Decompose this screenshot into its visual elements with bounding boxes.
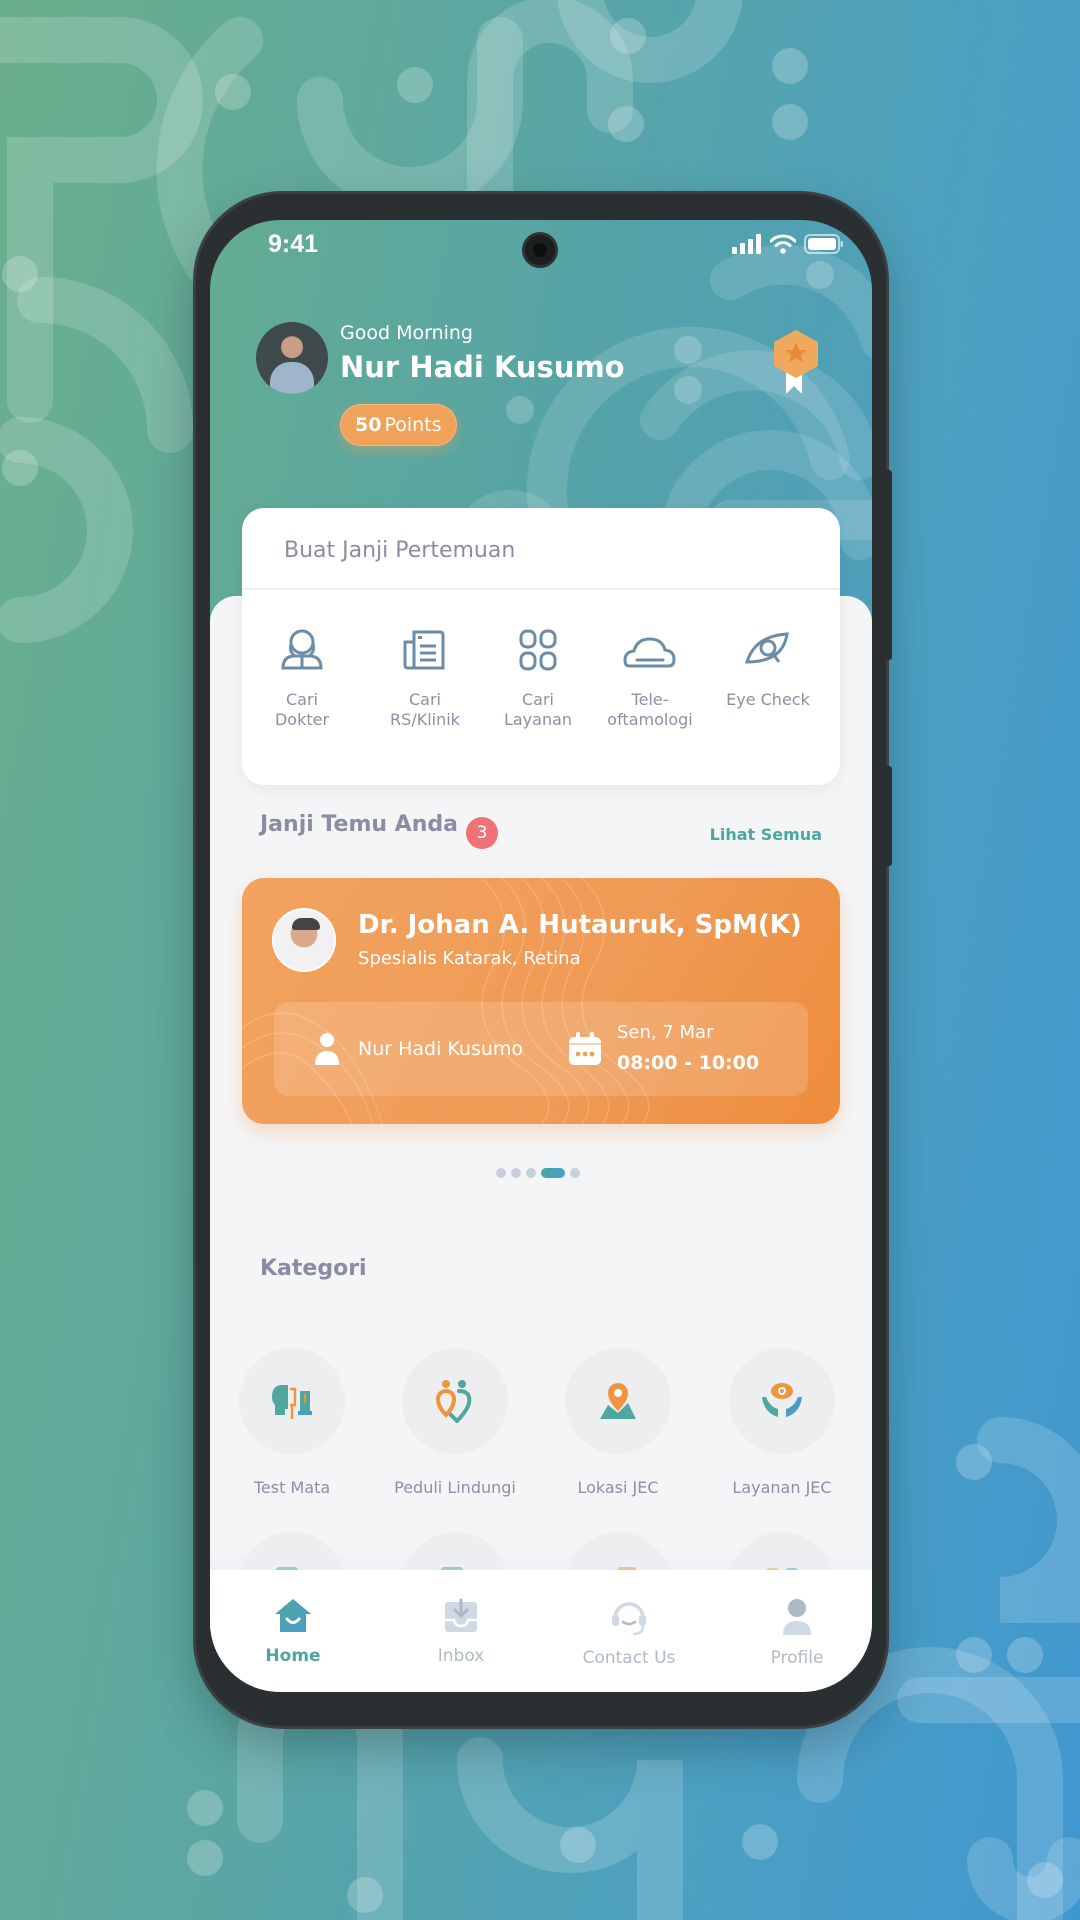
app-screen: 9:41 Good Morning Nur Hadi Kusumo 50 Poi… xyxy=(210,220,872,1692)
carousel-dot[interactable] xyxy=(570,1168,580,1178)
nav-label: Home xyxy=(265,1646,321,1666)
patient-name: Nur Hadi Kusumo xyxy=(358,1038,524,1060)
eye-test-icon xyxy=(272,1385,312,1419)
status-icons xyxy=(732,234,844,254)
category-label: Lokasi JEC xyxy=(577,1478,659,1497)
nav-profile[interactable]: Profile xyxy=(727,1598,867,1668)
divider xyxy=(242,588,840,590)
appointment-card[interactable]: Dr. Johan A. Hutauruk, SpM(K) Spesialis … xyxy=(242,878,840,1124)
phone-frame: 9:41 Good Morning Nur Hadi Kusumo 50 Poi… xyxy=(196,194,892,1726)
see-all-link[interactable]: Lihat Semua xyxy=(710,825,822,844)
quick-action-label: Eye Check xyxy=(726,690,810,709)
status-time: 9:41 xyxy=(268,230,319,258)
award-badge-icon[interactable] xyxy=(770,328,822,398)
quick-action-label: Cari RS/Klinik xyxy=(390,690,460,729)
quick-action-eye-check[interactable]: Eye Check xyxy=(708,628,828,710)
categories-section-title: Kategori xyxy=(260,1256,367,1281)
headset-icon xyxy=(612,1602,646,1636)
points-label: Points xyxy=(384,414,442,436)
cloud-icon xyxy=(623,637,676,668)
grid-icon xyxy=(519,629,557,671)
category-layanan-jec[interactable]: Layanan JEC xyxy=(702,1348,862,1497)
category-lokasi-jec[interactable]: Lokasi JEC xyxy=(538,1348,698,1497)
carousel-dot[interactable] xyxy=(496,1168,506,1178)
nav-label: Profile xyxy=(770,1648,824,1668)
category-label: Layanan JEC xyxy=(732,1478,832,1497)
calendar-icon xyxy=(569,1032,601,1065)
appointment-date: Sen, 7 Mar xyxy=(617,1022,714,1043)
wifi-icon xyxy=(770,234,796,254)
nav-contact-us[interactable]: Contact Us xyxy=(559,1598,699,1668)
location-map-icon xyxy=(600,1383,636,1419)
care-hands-icon xyxy=(762,1383,802,1417)
points-badge[interactable]: 50 Points xyxy=(340,404,457,446)
appointment-details: Nur Hadi Kusumo Sen, 7 Mar 08:00 - 10:00 xyxy=(274,1002,808,1096)
battery-icon xyxy=(804,234,843,254)
quick-action-teleophthalmology[interactable]: Tele- oftamologi xyxy=(590,628,710,730)
category-peduli-lindungi[interactable]: Peduli Lindungi xyxy=(375,1348,535,1497)
greeting-text: Good Morning xyxy=(340,322,473,344)
quick-action-find-service[interactable]: Cari Layanan xyxy=(478,628,598,730)
volume-button xyxy=(886,470,892,660)
carousel-dot[interactable] xyxy=(511,1168,521,1178)
doctor-icon xyxy=(281,629,323,670)
eye-search-icon xyxy=(744,632,789,664)
category-icon-bg xyxy=(239,1348,345,1454)
appointment-panel: Buat Janji Pertemuan Cari Dokter Cari RS… xyxy=(242,508,840,785)
appointments-section-title: Janji Temu Anda xyxy=(260,812,458,837)
bottom-navigation: Home Inbox Contact Us Profile xyxy=(210,1570,872,1692)
home-icon xyxy=(275,1599,311,1632)
carousel-indicator xyxy=(496,1168,580,1178)
category-icon-bg xyxy=(729,1348,835,1454)
inbox-icon xyxy=(445,1598,477,1632)
nav-inbox[interactable]: Inbox xyxy=(391,1598,531,1666)
doctor-avatar xyxy=(272,908,336,972)
quick-action-label: Tele- oftamologi xyxy=(607,690,693,729)
carousel-dot-active[interactable] xyxy=(541,1168,565,1178)
user-avatar[interactable] xyxy=(256,322,328,394)
person-icon xyxy=(315,1033,339,1065)
power-button xyxy=(886,766,892,866)
signal-icon xyxy=(732,234,761,254)
doctor-specialty: Spesialis Katarak, Retina xyxy=(358,948,581,969)
nav-label: Contact Us xyxy=(582,1648,676,1668)
profile-icon xyxy=(783,1599,811,1635)
appointment-time: 08:00 - 10:00 xyxy=(617,1052,760,1074)
quick-action-find-hospital[interactable]: Cari RS/Klinik xyxy=(365,628,485,730)
user-name: Nur Hadi Kusumo xyxy=(340,350,625,384)
category-label: Peduli Lindungi xyxy=(394,1478,516,1497)
nav-label: Inbox xyxy=(437,1646,485,1666)
category-label: Test Mata xyxy=(253,1478,331,1497)
quick-action-label: Cari Layanan xyxy=(503,690,573,729)
doctor-name: Dr. Johan A. Hutauruk, SpM(K) xyxy=(358,910,802,940)
front-camera xyxy=(522,232,558,268)
category-icon-bg xyxy=(402,1348,508,1454)
peduli-lindungi-icon xyxy=(435,1380,472,1423)
category-test-mata[interactable]: Test Mata xyxy=(212,1348,372,1497)
quick-action-label: Cari Dokter xyxy=(274,690,330,729)
points-value: 50 xyxy=(355,414,382,436)
quick-action-find-doctor[interactable]: Cari Dokter xyxy=(242,628,362,730)
nav-home[interactable]: Home xyxy=(223,1598,363,1666)
carousel-dot[interactable] xyxy=(526,1168,536,1178)
appointment-panel-title: Buat Janji Pertemuan xyxy=(284,538,516,563)
appointments-count-badge: 3 xyxy=(466,817,498,849)
category-icon-bg xyxy=(565,1348,671,1454)
hospital-list-icon xyxy=(403,630,445,670)
